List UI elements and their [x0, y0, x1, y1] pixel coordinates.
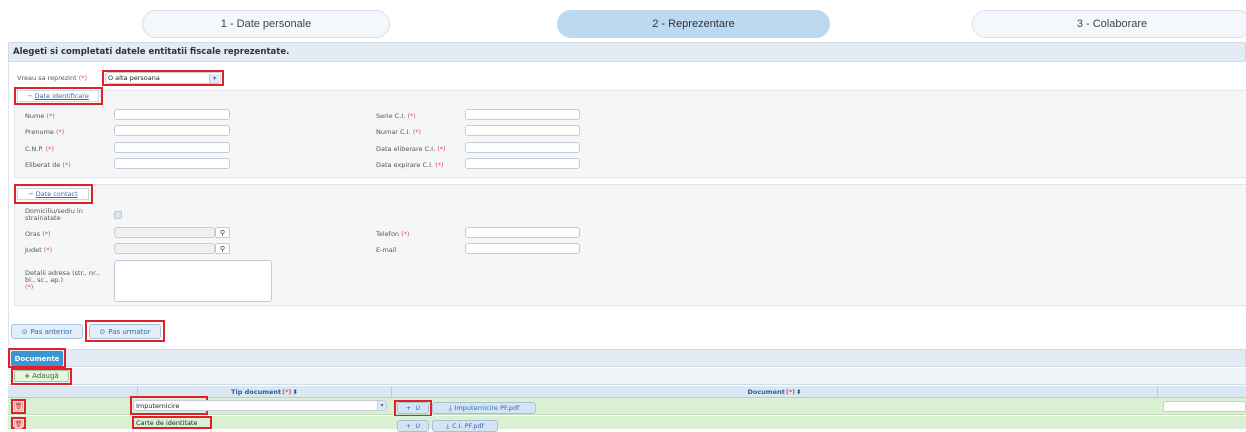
numar-ci-input[interactable]	[465, 125, 580, 136]
collapse-icon: −	[27, 92, 33, 100]
step-3[interactable]: 3 - Colaborare	[972, 10, 1246, 38]
data-expirare-input[interactable]	[465, 158, 580, 169]
date-contact-title: Date contact	[35, 190, 78, 198]
collapse-icon: −	[28, 190, 34, 198]
documente-tabbar	[8, 349, 1246, 367]
step-2[interactable]: 2 - Reprezentare	[557, 10, 830, 38]
panel-title: Alegeti si completati datele entitatii f…	[13, 47, 290, 57]
upload-label: U	[415, 404, 421, 412]
pas-urmator-label: Pas urmator	[108, 327, 151, 336]
nume-label: Nume (*)	[25, 112, 55, 120]
eliberat-de-input[interactable]	[114, 158, 230, 169]
search-icon[interactable]: ⚲	[215, 243, 230, 254]
download-icon: ⤓	[446, 421, 449, 430]
trash-icon[interactable]: 🗑	[14, 402, 23, 411]
upload-button[interactable]: + U	[397, 420, 429, 432]
documente-toolbar	[8, 368, 1246, 385]
reprezint-label: Vreau sa reprezint (*)	[17, 74, 88, 82]
row-extra-input[interactable]	[1163, 401, 1246, 412]
domiciliu-label: Domiciliu/sediu in strainatate	[25, 207, 83, 222]
cnp-label: C.N.P. (*)	[25, 145, 54, 153]
date-identificare-toggle[interactable]: − Date identificare	[17, 90, 99, 102]
step-1[interactable]: 1 - Date personale	[142, 10, 390, 38]
download-icon: ⤓	[448, 403, 452, 412]
pas-anterior-button[interactable]: ⊙ Pas anterior	[11, 324, 83, 339]
panel-header: Alegeti si completati datele entitatii f…	[8, 42, 1246, 62]
numar-ci-label: Numar C.I. (*)	[376, 128, 422, 136]
pas-urmator-button[interactable]: ⊙ Pas urmator	[89, 324, 161, 339]
plus-icon: +	[405, 404, 412, 412]
required-marker: (*)	[785, 388, 796, 396]
tip-document-value: Imputernicire	[136, 401, 180, 410]
oras-label: Oras (*)	[25, 230, 51, 238]
col-tip-label: Tip document	[231, 388, 282, 396]
arrow-right-circle-icon: ⊙	[99, 327, 106, 336]
tab-documente[interactable]: Documente	[11, 351, 63, 366]
prenume-label: Prenume (*)	[25, 128, 65, 136]
upload-button[interactable]: + U	[397, 402, 429, 414]
adresa-textarea[interactable]	[114, 260, 272, 302]
col-document-label: Document	[747, 388, 785, 396]
telefon-label: Telefon (*)	[376, 230, 410, 238]
judet-label: Judet (*)	[25, 246, 53, 254]
domiciliu-checkbox[interactable]	[114, 211, 122, 219]
chevron-down-icon[interactable]: ▾	[377, 401, 386, 410]
date-contact-toggle[interactable]: − Date contact	[17, 188, 89, 200]
data-eliberare-input[interactable]	[465, 142, 580, 153]
tip-document-value: Carte de identitate	[136, 419, 198, 427]
chevron-down-icon[interactable]: ▾	[209, 74, 219, 83]
email-label: E-mail	[376, 246, 397, 254]
search-icon[interactable]: ⚲	[215, 227, 230, 238]
data-eliberare-label: Data eliberare C.I. (*)	[376, 145, 446, 153]
oras-input[interactable]	[114, 227, 215, 238]
tip-document-select[interactable]: Imputernicire ▾	[133, 400, 387, 411]
download-file-button[interactable]: ⤓ C.I. PF.pdf	[432, 420, 498, 432]
adresa-label: Detalii adresa (str., nr., bl., sc., ap.)…	[25, 269, 100, 291]
telefon-input[interactable]	[465, 227, 580, 238]
email-input[interactable]	[465, 243, 580, 254]
arrow-left-circle-icon: ⊙	[21, 327, 28, 336]
reprezint-value: O alta persoana	[108, 74, 160, 82]
sort-icon: ⬍	[796, 388, 802, 396]
eliberat-de-label: Eliberat de (*)	[25, 161, 71, 169]
pas-anterior-label: Pas anterior	[30, 327, 73, 336]
data-expirare-label: Data expirare C.I. (*)	[376, 161, 444, 169]
adauga-button[interactable]: + Adaugă	[14, 370, 69, 382]
required-marker: (*)	[282, 388, 292, 396]
prenume-input[interactable]	[114, 125, 230, 136]
sort-icon: ⬍	[292, 388, 298, 396]
date-identificare-title: Date identificare	[34, 92, 89, 100]
serie-ci-input[interactable]	[465, 109, 580, 120]
col-header-document[interactable]: Document (*) ⬍	[392, 386, 1158, 398]
adauga-label: Adaugă	[32, 372, 59, 380]
cnp-input[interactable]	[114, 142, 230, 153]
judet-input[interactable]	[114, 243, 215, 254]
serie-ci-label: Serie C.I. (*)	[376, 112, 416, 120]
reprezint-select[interactable]: O alta persoana ▾	[105, 72, 221, 84]
trash-icon[interactable]: 🗑	[14, 420, 23, 429]
file-name: Imputernicire PF.pdf	[454, 404, 520, 412]
download-file-button[interactable]: ⤓ Imputernicire PF.pdf	[432, 402, 536, 414]
nume-input[interactable]	[114, 109, 230, 120]
plus-icon: +	[24, 372, 31, 380]
